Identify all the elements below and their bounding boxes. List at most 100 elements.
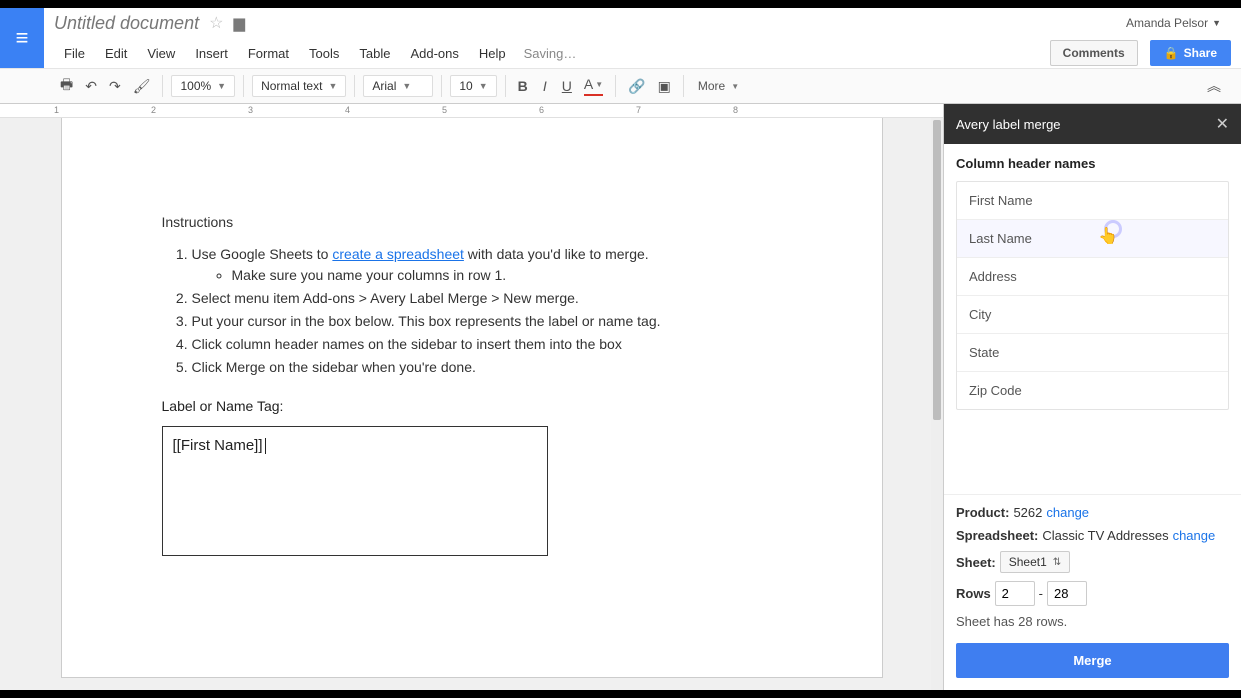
letterbox-bottom: [0, 690, 1241, 698]
column-label: Last Name: [969, 231, 1032, 246]
menu-help[interactable]: Help: [469, 42, 516, 65]
spreadsheet-label: Spreadsheet:: [956, 528, 1038, 543]
click-indicator: [1104, 220, 1122, 238]
menu-tools[interactable]: Tools: [299, 42, 349, 65]
cursor-pointer-icon: 👆: [1098, 226, 1118, 246]
instruction-step: Click column header names on the sidebar…: [192, 334, 782, 355]
product-value: 5262: [1013, 505, 1042, 520]
menu-view[interactable]: View: [137, 42, 185, 65]
menu-file[interactable]: File: [54, 42, 95, 65]
column-item-first-name[interactable]: First Name: [957, 182, 1228, 220]
sidebar-title: Avery label merge: [956, 117, 1061, 132]
sidebar-header: Avery label merge ✕: [944, 104, 1241, 144]
menu-table[interactable]: Table: [349, 42, 400, 65]
font-dropdown[interactable]: Arial▼: [363, 75, 433, 97]
separator: [162, 75, 163, 97]
lock-icon: 🔒: [1164, 46, 1179, 60]
sheet-dropdown[interactable]: Sheet1 ⇅: [1000, 551, 1070, 573]
user-name: Amanda Pelsor: [1126, 16, 1208, 30]
toolbar: 🖶 ↶ ↷ 🖌 100%▼ Normal text▼ Arial▼ 10▼ B …: [0, 68, 1241, 104]
star-icon[interactable]: ☆: [209, 13, 223, 33]
caret-down-icon: ▼: [328, 81, 337, 91]
menu-insert[interactable]: Insert: [185, 42, 238, 65]
text: with data you'd like to merge.: [464, 246, 649, 262]
insert-image-icon[interactable]: ▣: [652, 74, 677, 99]
horizontal-ruler[interactable]: 12345678: [0, 104, 943, 118]
ruler-mark: 8: [733, 105, 738, 115]
column-item-state[interactable]: State: [957, 334, 1228, 372]
sidebar-footer: Product: 5262 change Spreadsheet: Classi…: [944, 494, 1241, 690]
ruler-mark: 5: [442, 105, 447, 115]
folder-icon[interactable]: ▆: [233, 14, 245, 32]
instruction-step: Use Google Sheets to create a spreadshee…: [192, 244, 782, 286]
separator: [615, 75, 616, 97]
comments-button[interactable]: Comments: [1050, 40, 1138, 66]
workspace: 12345678 Instructions Use Google Sheets …: [0, 104, 1241, 690]
create-spreadsheet-link[interactable]: create a spreadsheet: [332, 246, 464, 262]
rows-to-input[interactable]: [1047, 581, 1087, 606]
product-label: Product:: [956, 505, 1009, 520]
style-value: Normal text: [261, 79, 322, 93]
change-spreadsheet-link[interactable]: change: [1173, 528, 1216, 543]
caret-down-icon: ▼: [731, 82, 739, 91]
italic-icon[interactable]: I: [534, 74, 556, 98]
ruler-mark: 6: [539, 105, 544, 115]
separator: [683, 75, 684, 97]
undo-icon[interactable]: ↶: [79, 74, 103, 99]
text-cursor: [265, 438, 266, 454]
change-product-link[interactable]: change: [1046, 505, 1089, 520]
sheet-label: Sheet:: [956, 555, 996, 570]
rows-note: Sheet has 28 rows.: [956, 614, 1229, 629]
column-headers-title: Column header names: [956, 156, 1229, 171]
separator: [441, 75, 442, 97]
ruler-mark: 7: [636, 105, 641, 115]
letterbox-top: [0, 0, 1241, 8]
document-page[interactable]: Instructions Use Google Sheets to create…: [61, 118, 883, 678]
docs-logo-icon: ≡: [16, 25, 29, 51]
zoom-dropdown[interactable]: 100%▼: [171, 75, 235, 97]
account-menu[interactable]: Amanda Pelsor ▼: [1126, 16, 1233, 30]
bold-icon[interactable]: B: [512, 74, 534, 98]
rows-label: Rows: [956, 586, 991, 601]
docs-logo[interactable]: ≡: [0, 8, 44, 68]
redo-icon[interactable]: ↷: [103, 74, 127, 99]
text-color-icon[interactable]: A▼: [578, 72, 609, 100]
instruction-step: Click Merge on the sidebar when you're d…: [192, 357, 782, 378]
rows-from-input[interactable]: [995, 581, 1035, 606]
font-size-dropdown[interactable]: 10▼: [450, 75, 496, 97]
insert-link-icon[interactable]: 🔗: [622, 74, 651, 99]
document-title[interactable]: Untitled document: [54, 13, 199, 34]
menu-format[interactable]: Format: [238, 42, 299, 65]
merge-button[interactable]: Merge: [956, 643, 1229, 678]
collapse-toolbar-icon[interactable]: ︽: [1207, 76, 1233, 96]
save-status: Saving…: [524, 46, 577, 61]
vertical-scrollbar[interactable]: [931, 118, 943, 690]
share-label: Share: [1184, 46, 1217, 60]
share-button[interactable]: 🔒 Share: [1150, 40, 1231, 66]
print-icon[interactable]: 🖶: [54, 70, 79, 102]
rows-dash: -: [1039, 586, 1043, 601]
instructions-heading: Instructions: [162, 214, 782, 230]
paragraph-style-dropdown[interactable]: Normal text ▼: [252, 75, 346, 97]
updown-icon: ⇅: [1053, 557, 1061, 568]
caret-down-icon: ▼: [479, 81, 488, 91]
paint-format-icon[interactable]: 🖌: [127, 74, 157, 99]
column-item-city[interactable]: City: [957, 296, 1228, 334]
sheet-value: Sheet1: [1009, 555, 1047, 569]
close-icon[interactable]: ✕: [1216, 114, 1229, 134]
separator: [354, 75, 355, 97]
column-item-address[interactable]: Address: [957, 258, 1228, 296]
label-box[interactable]: [[First Name]]: [162, 426, 548, 556]
sub-list: Make sure you name your columns in row 1…: [232, 265, 782, 286]
more-label: More: [698, 79, 725, 93]
document-pane: 12345678 Instructions Use Google Sheets …: [0, 104, 943, 690]
menu-bar: FileEditViewInsertFormatToolsTableAdd-on…: [54, 38, 1241, 68]
underline-icon[interactable]: U: [556, 74, 578, 98]
menu-edit[interactable]: Edit: [95, 42, 137, 65]
menu-addons[interactable]: Add-ons: [400, 42, 468, 65]
column-item-last-name[interactable]: Last Name 👆: [957, 220, 1228, 258]
more-dropdown[interactable]: More ▼: [690, 75, 747, 97]
text: Use Google Sheets to: [192, 246, 333, 262]
scroll-thumb[interactable]: [933, 120, 941, 420]
column-item-zip[interactable]: Zip Code: [957, 372, 1228, 409]
